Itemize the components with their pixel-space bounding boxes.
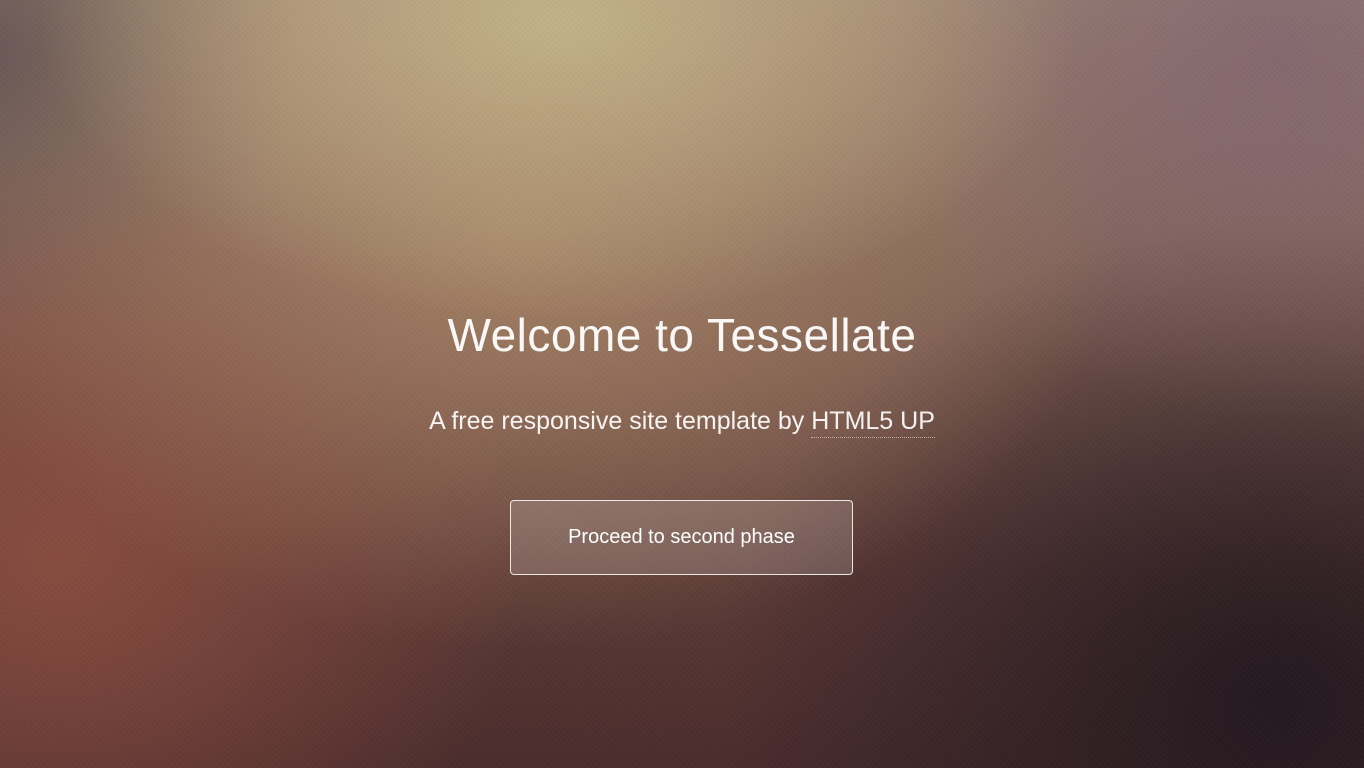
html5up-link[interactable]: HTML5 UP: [811, 407, 935, 438]
page-title: Welcome to Tessellate: [447, 309, 917, 361]
hero-section: Welcome to Tessellate A free responsive …: [0, 0, 1364, 768]
subtitle: A free responsive site template by HTML5…: [0, 407, 1364, 438]
subtitle-text: A free responsive site template by: [429, 407, 812, 435]
proceed-button[interactable]: Proceed to second phase: [510, 500, 853, 575]
